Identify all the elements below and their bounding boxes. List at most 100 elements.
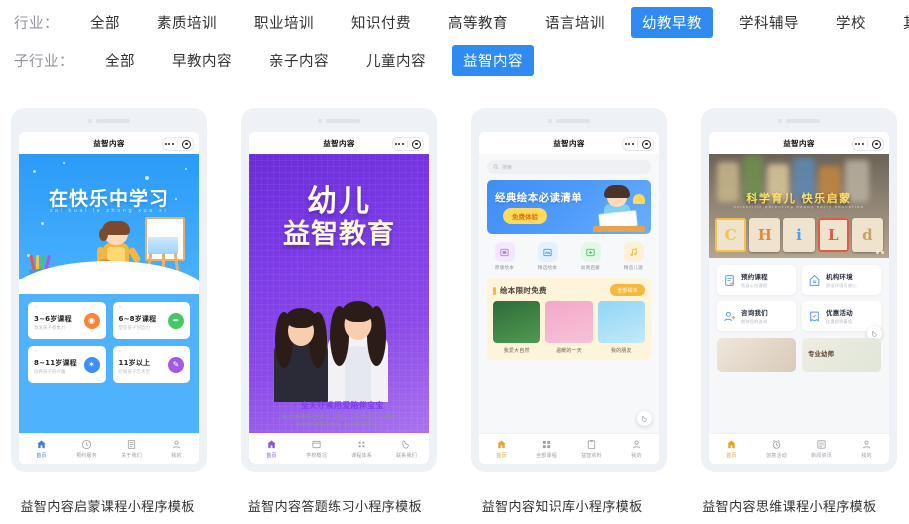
clock-icon	[81, 440, 92, 450]
card2-tab-bar: 首页 学校概况 课程体系 联系我们	[249, 433, 429, 464]
course-card-6-8[interactable]: ❝ 6~8岁课程 塑造孩子创造力 ✒	[112, 302, 190, 339]
template-card-3[interactable]: 益智内容 搜索 经典绘本必读清单 免费体验 原版绘本 精选绘本 幼教启蒙 精品儿…	[471, 108, 667, 472]
template-card-2[interactable]: 益智内容 幼儿 益智教育 · 全天守候用爱陪伴宝宝 独创以培养孩子生存力、学习力…	[241, 108, 437, 472]
course-subtitle: 塑造孩子创造力	[118, 326, 150, 331]
tab-school-overview[interactable]: 学校概况	[294, 439, 339, 459]
filter-item-sub-qinzi[interactable]: 亲子内容	[258, 45, 340, 76]
snow-dot	[145, 176, 149, 180]
menu-title: 机构环境	[826, 273, 853, 282]
wechat-capsule-2[interactable]	[392, 137, 424, 151]
phone-icon	[871, 330, 877, 337]
tab-news[interactable]: 新闻资讯	[799, 439, 844, 459]
menu-item-environment[interactable]: 机构环境 舒适环境可放心	[802, 265, 881, 295]
card4-hero-banner[interactable]: 科学育儿 快乐启蒙 scientific parenting happy ear…	[709, 154, 889, 258]
capsule-divider	[407, 140, 409, 148]
snow-dot	[41, 222, 44, 225]
photo-card-right[interactable]: 专业幼师	[802, 338, 881, 372]
free-trial-button[interactable]: 免费体验	[503, 208, 547, 224]
wechat-capsule-3[interactable]	[622, 137, 654, 151]
filter-item-industry-qita[interactable]: 其他	[892, 7, 909, 38]
template-caption-1[interactable]: 益智内容启蒙课程小程序模板	[11, 496, 204, 515]
user-icon	[862, 440, 871, 449]
menu-item-consult[interactable]: 咨询我们 期待您的咨询	[717, 301, 796, 331]
tab-all-courses[interactable]: 全部课程	[524, 439, 569, 459]
tab-booking[interactable]: 预约服务	[64, 439, 109, 459]
tab-label: 新闻资讯	[811, 452, 832, 459]
filter-item-industry-all[interactable]: 全部	[79, 7, 131, 38]
tab-profile[interactable]: 我的	[614, 439, 659, 459]
tab-home[interactable]: 首页	[709, 439, 754, 459]
course-row: ❝ 3~6岁课程 激发孩子想象力 ◉ ❝ 6~8岁课程 塑造孩子创造力 ✒	[28, 302, 190, 339]
notch-camera-icon	[548, 119, 552, 123]
quote-icon: ❝	[34, 349, 38, 356]
phone-screen-4: 益智内容 科学育儿 快乐启蒙 scientific parenting happ…	[709, 132, 889, 464]
block-letter: i	[783, 218, 815, 252]
menu-item-booking[interactable]: 预约课程 您身心仪课程	[717, 265, 796, 295]
template-card-4[interactable]: 益智内容 科学育儿 快乐启蒙 scientific parenting happ…	[701, 108, 897, 472]
course-card-11-plus[interactable]: ❝ 11岁以上 挖掘孩子艺术型 ✎	[112, 346, 190, 383]
carousel-dots[interactable]	[876, 251, 884, 254]
filter-items-sub-industry: 全部 早教内容 亲子内容 儿童内容 益智内容	[94, 44, 549, 76]
tab-materials[interactable]: 益智资料	[569, 439, 614, 459]
tab-home[interactable]: 首页	[249, 439, 294, 459]
template-caption-2[interactable]: 益智内容答题练习小程序模板	[238, 496, 431, 515]
tab-curriculum[interactable]: 课程体系	[339, 439, 384, 459]
free-books-section: 绘本限时免费 全部绘本 我爱大自然 温暖的一天 我的朋友	[487, 278, 651, 360]
grid-icon	[358, 441, 365, 448]
tab-label: 课程体系	[351, 452, 372, 459]
tab-home[interactable]: 首页	[479, 439, 524, 459]
all-books-button[interactable]: 全部绘本	[610, 284, 645, 296]
capsule-divider	[867, 140, 869, 148]
template-caption-4[interactable]: 益智内容思维课程小程序模板	[693, 496, 886, 515]
filter-item-sub-yizhi[interactable]: 益智内容	[452, 44, 534, 76]
course-card-3-6[interactable]: ❝ 3~6岁课程 激发孩子想象力 ◉	[28, 302, 106, 339]
tab-activities[interactable]: 创意活动	[754, 439, 799, 459]
tab-contact[interactable]: 联系我们	[384, 439, 429, 459]
book-item[interactable]: 我爱大自然	[493, 301, 541, 354]
tab-profile[interactable]: 我的	[154, 439, 199, 459]
tab-home[interactable]: 首页	[19, 439, 64, 459]
book-item[interactable]: 温暖的一天	[545, 301, 593, 354]
mini-nav-bar-1: 益智内容	[19, 132, 199, 154]
course-card-8-11[interactable]: ❝ 8~11岁课程 培养孩子的兴趣 ✶	[28, 346, 106, 383]
filter-item-sub-all[interactable]: 全部	[94, 45, 146, 76]
quote-icon: ❝	[118, 349, 122, 356]
filter-item-industry-xuekefudao[interactable]: 学科辅导	[728, 7, 810, 38]
mini-nav-bar-2: 益智内容	[249, 132, 429, 154]
book-item[interactable]: 我的朋友	[597, 301, 645, 354]
filter-item-sub-ertong[interactable]: 儿童内容	[355, 45, 437, 76]
more-icon	[624, 143, 634, 145]
template-card-1[interactable]: 益智内容 在快乐中学习 zai kuai le zhong xue xi ❝ 3…	[11, 108, 207, 472]
wechat-capsule-4[interactable]	[852, 137, 884, 151]
quick-entry-label: 原版绘本	[494, 266, 515, 271]
quick-entry-enlightenment[interactable]: 幼教启蒙	[569, 242, 612, 271]
close-target-icon	[182, 139, 192, 149]
filter-item-industry-zhiyepeixun[interactable]: 职业培训	[243, 7, 325, 38]
quick-entry-songs[interactable]: 精品儿歌	[612, 242, 655, 271]
filter-item-industry-youjiaozaojiao[interactable]: 幼教早教	[631, 6, 713, 38]
quick-entry-selected-books[interactable]: 精选绘本	[526, 242, 569, 271]
capsule-divider	[637, 140, 639, 148]
tab-profile[interactable]: 我的	[844, 439, 889, 459]
filter-item-industry-yuyanpeixun[interactable]: 语言培训	[534, 7, 616, 38]
template-caption-3[interactable]: 益智内容知识库小程序模板	[466, 496, 659, 515]
tab-about[interactable]: 关于我们	[109, 439, 154, 459]
reading-boy-illustration	[593, 185, 645, 232]
course-subtitle: 挖掘孩子艺术型	[118, 370, 150, 375]
search-bar[interactable]: 搜索	[487, 160, 651, 174]
filter-item-industry-gaodengjiaoyu[interactable]: 高等教育	[437, 7, 519, 38]
wechat-capsule-1[interactable]	[162, 137, 194, 151]
quick-entry-original-books[interactable]: 原版绘本	[483, 242, 526, 271]
tab-label: 学校概况	[306, 452, 327, 459]
contact-fab-button[interactable]	[637, 411, 652, 426]
filter-item-industry-suzhipeixun[interactable]: 素质培训	[146, 7, 228, 38]
phone-notch-2	[318, 119, 360, 123]
filter-item-industry-xuexiao[interactable]: 学校	[825, 7, 877, 38]
form-icon	[725, 274, 734, 286]
photo-card-left[interactable]	[717, 338, 796, 372]
card1-course-grid: ❝ 3~6岁课程 激发孩子想象力 ◉ ❝ 6~8岁课程 塑造孩子创造力 ✒ ❝ …	[19, 294, 199, 434]
filter-item-industry-zhishifufei[interactable]: 知识付费	[340, 7, 422, 38]
filter-item-sub-zaojiao[interactable]: 早教内容	[161, 45, 243, 76]
promo-banner[interactable]: 经典绘本必读清单 免费体验	[487, 180, 651, 234]
phone-notch-3	[548, 119, 590, 123]
